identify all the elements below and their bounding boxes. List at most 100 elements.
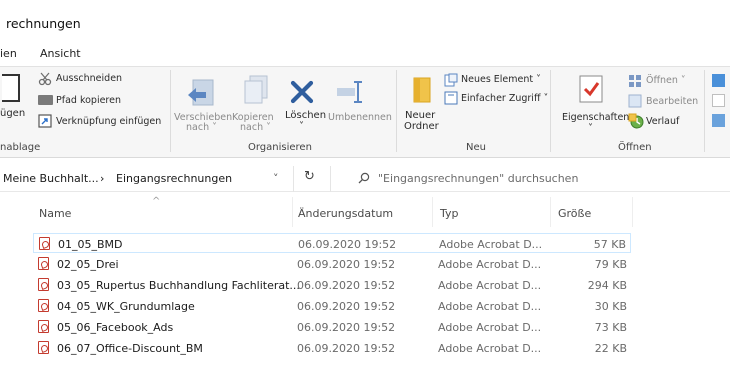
table-row[interactable]: 04_05_WK_Grundumlage 06.09.2020 19:52 Ad… bbox=[33, 296, 631, 316]
move-to-dropdown[interactable]: nach ˅ bbox=[186, 122, 217, 133]
file-size: 73 KB bbox=[594, 321, 627, 334]
table-row[interactable]: 03_05_Rupertus Buchhandlung Fachliterat.… bbox=[33, 275, 631, 295]
column-divider bbox=[292, 197, 293, 227]
ribbon-divider bbox=[396, 70, 397, 152]
table-row[interactable]: 05_06_Facebook_Ads 06.09.2020 19:52 Adob… bbox=[33, 317, 631, 337]
rename-button[interactable]: Umbenennen bbox=[328, 112, 392, 123]
file-name: 04_05_WK_Grundumlage bbox=[57, 300, 195, 313]
address-divider bbox=[330, 166, 331, 192]
paste-icon bbox=[2, 74, 20, 102]
new-group-label: Neu bbox=[466, 142, 486, 153]
file-size: 30 KB bbox=[594, 300, 627, 313]
properties-button[interactable]: Eigenschaften bbox=[562, 112, 629, 123]
shortcut-icon bbox=[38, 114, 52, 128]
pdf-file-icon bbox=[38, 257, 49, 270]
file-date: 06.09.2020 19:52 bbox=[297, 321, 396, 334]
properties-dropdown[interactable]: ˅ bbox=[588, 123, 593, 134]
file-size: 22 KB bbox=[594, 342, 627, 355]
paste-shortcut-button[interactable]: Verknüpfung einfügen bbox=[56, 116, 161, 127]
file-type: Adobe Acrobat D... bbox=[438, 258, 542, 271]
new-folder-button[interactable]: Neuer bbox=[405, 110, 435, 121]
ribbon-divider bbox=[550, 70, 551, 152]
file-name: 03_05_Rupertus Buchhandlung Fachliterat.… bbox=[57, 279, 300, 292]
pdf-file-icon bbox=[38, 341, 49, 354]
breadcrumb-parent[interactable]: Meine Buchhalt... bbox=[3, 172, 99, 185]
history-icon bbox=[628, 113, 644, 129]
file-name: 06_07_Office-Discount_BM bbox=[57, 342, 203, 355]
column-header-type[interactable]: Typ bbox=[440, 207, 459, 220]
history-button[interactable]: Verlauf bbox=[646, 116, 679, 127]
pdf-file-icon bbox=[38, 320, 49, 333]
pdf-file-icon bbox=[39, 237, 50, 250]
table-row[interactable]: 02_05_Drei 06.09.2020 19:52 Adobe Acroba… bbox=[33, 254, 631, 274]
delete-dropdown[interactable]: ˅ bbox=[299, 121, 304, 132]
tab-start[interactable]: ien bbox=[0, 47, 17, 60]
file-type: Adobe Acrobat D... bbox=[439, 238, 543, 251]
organize-group-label: Organisieren bbox=[248, 142, 312, 153]
file-type: Adobe Acrobat D... bbox=[438, 321, 542, 334]
file-size: 79 KB bbox=[594, 258, 627, 271]
copy-path-button[interactable]: Pfad kopieren bbox=[56, 95, 121, 106]
paste-button[interactable]: ügen bbox=[0, 108, 25, 119]
delete-icon bbox=[290, 80, 314, 104]
column-divider bbox=[550, 197, 551, 227]
scissors-icon bbox=[38, 72, 52, 86]
delete-button[interactable]: Löschen bbox=[285, 110, 326, 121]
pdf-file-icon bbox=[38, 299, 49, 312]
file-type: Adobe Acrobat D... bbox=[438, 300, 542, 313]
cut-button[interactable]: Ausschneiden bbox=[56, 73, 122, 84]
open-button[interactable]: Öffnen ˅ bbox=[646, 75, 686, 86]
properties-icon bbox=[579, 75, 603, 103]
table-row[interactable]: 01_05_BMD 06.09.2020 19:52 Adobe Acrobat… bbox=[33, 233, 631, 253]
pdf-file-icon bbox=[38, 278, 49, 291]
new-item-button[interactable]: Neues Element ˅ bbox=[461, 74, 541, 85]
file-date: 06.09.2020 19:52 bbox=[297, 300, 396, 313]
open-icon bbox=[629, 75, 641, 87]
breadcrumb-current[interactable]: Eingangsrechnungen bbox=[116, 172, 232, 185]
copy-path-icon bbox=[38, 95, 53, 105]
file-size: 294 KB bbox=[587, 279, 627, 292]
copy-to-dropdown[interactable]: nach ˅ bbox=[240, 122, 271, 133]
column-header-name[interactable]: Name bbox=[39, 207, 71, 220]
easy-access-icon bbox=[444, 91, 458, 105]
file-date: 06.09.2020 19:52 bbox=[298, 238, 397, 251]
column-divider bbox=[432, 197, 433, 227]
file-name: 05_06_Facebook_Ads bbox=[57, 321, 174, 334]
rename-icon bbox=[337, 81, 362, 103]
column-header-size[interactable]: Größe bbox=[558, 207, 591, 220]
search-input[interactable]: "Eingangsrechnungen" durchsuchen bbox=[378, 172, 578, 185]
file-size: 57 KB bbox=[593, 238, 626, 251]
window-title: rechnungen bbox=[6, 16, 81, 31]
open-group-label: Öffnen bbox=[618, 142, 652, 153]
address-divider bbox=[293, 166, 294, 192]
select-none-icon[interactable] bbox=[712, 94, 725, 107]
edit-button[interactable]: Bearbeiten bbox=[646, 96, 698, 107]
easy-access-button[interactable]: Einfacher Zugriff ˅ bbox=[461, 93, 548, 104]
move-to-icon bbox=[188, 79, 214, 106]
new-folder-sub[interactable]: Ordner bbox=[404, 121, 439, 132]
file-type: Adobe Acrobat D... bbox=[438, 342, 542, 355]
ribbon-divider bbox=[704, 70, 705, 152]
column-header-date[interactable]: Änderungsdatum bbox=[298, 207, 393, 220]
file-name: 02_05_Drei bbox=[57, 258, 119, 271]
tab-ansicht[interactable]: Ansicht bbox=[40, 47, 81, 60]
sort-chevron-icon: ^ bbox=[152, 196, 161, 207]
ribbon-divider bbox=[170, 70, 171, 152]
breadcrumb-separator[interactable]: › bbox=[100, 172, 104, 185]
table-row[interactable]: 06_07_Office-Discount_BM 06.09.2020 19:5… bbox=[33, 338, 631, 358]
copy-to-icon bbox=[244, 75, 268, 104]
file-date: 06.09.2020 19:52 bbox=[297, 342, 396, 355]
file-type: Adobe Acrobat D... bbox=[438, 279, 542, 292]
edit-icon bbox=[628, 94, 642, 108]
select-all-icon[interactable] bbox=[712, 74, 725, 87]
address-dropdown[interactable]: ˅ bbox=[273, 172, 279, 185]
invert-selection-icon[interactable] bbox=[712, 114, 725, 127]
file-date: 06.09.2020 19:52 bbox=[297, 279, 396, 292]
refresh-icon[interactable]: ↻ bbox=[304, 169, 315, 184]
file-name: 01_05_BMD bbox=[58, 238, 123, 251]
new-item-icon bbox=[444, 73, 458, 87]
new-folder-icon bbox=[413, 77, 431, 103]
search-icon bbox=[358, 172, 370, 184]
file-date: 06.09.2020 19:52 bbox=[297, 258, 396, 271]
clipboard-group-label: nablage bbox=[0, 142, 41, 153]
